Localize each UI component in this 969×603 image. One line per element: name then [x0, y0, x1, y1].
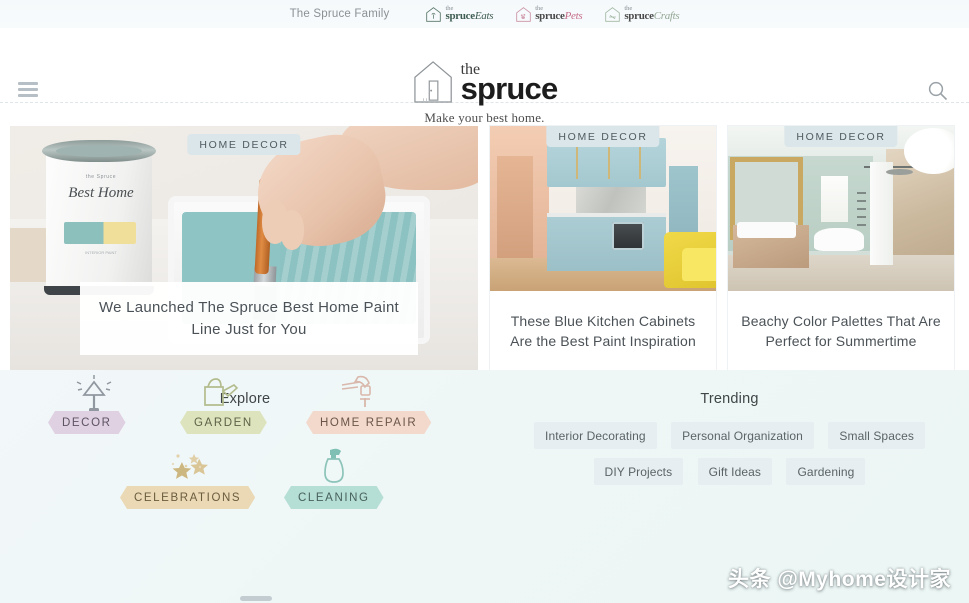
trending-tag[interactable]: DIY Projects [593, 458, 684, 485]
mint-bathroom-photo: HOME DECOR [728, 126, 954, 291]
hero-card-title: We Launched The Spruce Best Home Paint L… [80, 282, 418, 355]
bathroom-card-title: Beachy Color Palettes That Are Perfect f… [728, 291, 954, 370]
hamburger-bar [18, 88, 38, 91]
stars-icon [171, 454, 208, 479]
explore-chip-garden[interactable]: GARDEN [180, 411, 267, 434]
brand-link-eats[interactable]: the spruceEats [425, 6, 494, 23]
trending-tag[interactable]: Gift Ideas [697, 458, 773, 485]
trending-row: Interior Decorating Personal Organizatio… [500, 422, 959, 458]
explore-chip-cleaning[interactable]: CLEANING [284, 486, 384, 509]
blue-kitchen-photo: HOME DECOR [490, 126, 716, 291]
site-logo[interactable]: the spruce Make your best home. [412, 58, 558, 126]
horizontal-scrollbar[interactable] [240, 596, 272, 601]
spruce-family-bar: The Spruce Family the spruceEats the spr… [0, 0, 969, 28]
paint-can-brand: the Spruce [85, 174, 117, 180]
explore-item-decor[interactable]: DECOR [48, 375, 126, 434]
house-whisk-icon [426, 6, 442, 22]
card-badge: HOME DECOR [546, 126, 660, 147]
hamburger-bar [18, 82, 38, 85]
explore-item-celebrations[interactable]: CELEBRATIONS [120, 454, 255, 509]
lower-section: Explore DECOR GARDEN HOME REPAIR CELEBRA… [0, 370, 969, 603]
brand-name-eats: spruceEats [445, 10, 494, 23]
explore-item-home-repair[interactable]: HOME REPAIR [306, 375, 431, 434]
trending-tag[interactable]: Gardening [786, 458, 866, 485]
hamburger-icon[interactable] [18, 82, 38, 97]
lamp-icon [76, 375, 112, 412]
house-paw-icon [516, 6, 531, 22]
house-craft-icon [605, 6, 621, 22]
paint-can-foot: INTERIOR PAINT [85, 250, 117, 255]
card-badge: HOME DECOR [187, 134, 301, 155]
brand-link-pets[interactable]: the sprucePets [515, 6, 583, 23]
trending-column: Trending Interior Decorating Personal Or… [490, 370, 969, 485]
hamburger-bar [18, 94, 38, 97]
trending-tags: Interior Decorating Personal Organizatio… [500, 422, 959, 494]
family-bar-label: The Spruce Family [289, 8, 390, 20]
brand-name-pets: sprucePets [535, 10, 583, 23]
hammer-icon [341, 375, 371, 407]
spray-bottle-icon [324, 448, 344, 483]
paint-can-label: Best Home [68, 185, 134, 201]
kitchen-card[interactable]: HOME DECOR These Blue Kitchen Cabinets A… [490, 126, 716, 370]
house-logo-icon [413, 61, 452, 103]
search-icon[interactable] [927, 80, 949, 102]
explore-chip-home-repair[interactable]: HOME REPAIR [306, 411, 431, 434]
trending-tag[interactable]: Small Spaces [828, 422, 925, 449]
explore-chip-celebrations[interactable]: CELEBRATIONS [120, 486, 255, 509]
trending-heading: Trending [700, 391, 759, 407]
trending-row: DIY Projects Gift Ideas Gardening [500, 458, 959, 494]
watermark: 头条 @Myhome设计家 [728, 568, 951, 591]
site-tagline: Make your best home. [424, 110, 545, 125]
card-badge: HOME DECOR [784, 126, 898, 147]
paint-tray-photo: the Spruce Best Home INTERIOR PAINT HOME… [10, 126, 478, 370]
watering-can-icon [204, 378, 239, 406]
trending-tag[interactable]: Interior Decorating [534, 422, 657, 449]
kitchen-card-title: These Blue Kitchen Cabinets Are the Best… [490, 291, 716, 370]
explore-item-cleaning[interactable]: CLEANING [284, 448, 384, 509]
explore-chip-decor[interactable]: DECOR [48, 411, 126, 434]
search-glass-glyph [928, 81, 948, 101]
brand-link-crafts[interactable]: the spruceCrafts [604, 6, 680, 23]
site-header: the spruce Make your best home. [0, 28, 969, 125]
logo-spruce-text: spruce [460, 70, 559, 106]
featured-cards-row: the Spruce Best Home INTERIOR PAINT HOME… [0, 126, 969, 370]
trending-tag[interactable]: Personal Organization [671, 422, 814, 449]
explore-item-garden[interactable]: GARDEN [180, 378, 267, 434]
bathroom-card[interactable]: HOME DECOR Beachy Color Palettes That Ar… [728, 126, 954, 370]
brand-name-crafts: spruceCrafts [624, 10, 680, 23]
hero-card[interactable]: the Spruce Best Home INTERIOR PAINT HOME… [10, 126, 478, 370]
explore-column: Explore DECOR GARDEN HOME REPAIR CELEBRA… [0, 370, 490, 407]
